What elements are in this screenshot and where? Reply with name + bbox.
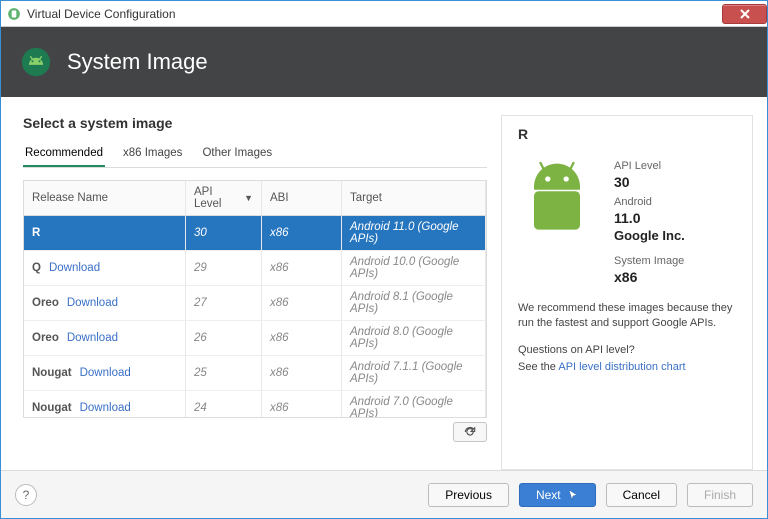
cell-target: Android 10.0 (Google APIs) xyxy=(342,251,486,285)
download-link[interactable]: Download xyxy=(80,402,131,414)
help-button[interactable]: ? xyxy=(15,484,37,506)
cell-api-level: 25 xyxy=(186,356,262,390)
col-abi[interactable]: ABI xyxy=(262,181,342,215)
image-detail-panel: R API Level 30 Android 11.0 Google Inc. … xyxy=(501,115,753,470)
cell-api-level: 24 xyxy=(186,391,262,417)
tab-x86-images[interactable]: x86 Images xyxy=(121,145,184,167)
cell-target: Android 8.0 (Google APIs) xyxy=(342,321,486,355)
cell-api-level: 29 xyxy=(186,251,262,285)
cell-release-name: OreoDownload xyxy=(24,286,186,320)
image-tabs: Recommended x86 Images Other Images xyxy=(23,145,487,168)
next-button[interactable]: Next xyxy=(519,483,596,507)
window-close-button[interactable] xyxy=(722,4,767,24)
cursor-icon xyxy=(567,489,579,501)
cell-abi: x86 xyxy=(262,216,342,250)
cell-api-level: 30 xyxy=(186,216,262,250)
tab-recommended[interactable]: Recommended xyxy=(23,145,105,167)
system-image-selector: Select a system image Recommended x86 Im… xyxy=(23,115,487,470)
cell-api-level: 26 xyxy=(186,321,262,355)
table-row[interactable]: NougatDownload24x86Android 7.0 (Google A… xyxy=(24,391,486,417)
cell-target: Android 8.1 (Google APIs) xyxy=(342,286,486,320)
cell-target: Android 7.1.1 (Google APIs) xyxy=(342,356,486,390)
system-image-table: Release Name API Level▼ ABI Target R30x8… xyxy=(23,180,487,418)
col-target[interactable]: Target xyxy=(342,181,486,215)
cell-release-name: NougatDownload xyxy=(24,356,186,390)
vendor-value: Google Inc. xyxy=(614,228,685,243)
table-row[interactable]: OreoDownload27x86Android 8.1 (Google API… xyxy=(24,286,486,321)
col-release-name[interactable]: Release Name xyxy=(24,181,186,215)
cell-release-name: NougatDownload xyxy=(24,391,186,417)
previous-button[interactable]: Previous xyxy=(428,483,509,507)
recommendation-text: We recommend these images because they r… xyxy=(518,301,738,331)
download-link[interactable]: Download xyxy=(80,367,131,379)
window-titlebar: Virtual Device Configuration xyxy=(1,1,767,27)
cell-target: Android 11.0 (Google APIs) xyxy=(342,216,486,250)
refresh-icon xyxy=(463,425,477,439)
app-icon xyxy=(7,7,21,21)
cell-api-level: 27 xyxy=(186,286,262,320)
download-link[interactable]: Download xyxy=(67,332,118,344)
close-icon xyxy=(740,9,750,19)
api-chart-line: See the API level distribution chart xyxy=(518,360,738,375)
api-distribution-link[interactable]: API level distribution chart xyxy=(558,361,685,373)
cell-abi: x86 xyxy=(262,356,342,390)
download-link[interactable]: Download xyxy=(67,297,118,309)
android-label: Android xyxy=(614,196,685,208)
android-robot-icon xyxy=(518,156,596,248)
cell-target: Android 7.0 (Google APIs) xyxy=(342,391,486,417)
android-badge-icon xyxy=(19,45,53,79)
tab-other-images[interactable]: Other Images xyxy=(200,145,274,167)
api-level-value: 30 xyxy=(614,174,685,190)
detail-title: R xyxy=(518,126,738,142)
refresh-button[interactable] xyxy=(453,422,487,442)
cell-abi: x86 xyxy=(262,321,342,355)
table-row[interactable]: NougatDownload25x86Android 7.1.1 (Google… xyxy=(24,356,486,391)
cell-abi: x86 xyxy=(262,391,342,417)
cancel-button[interactable]: Cancel xyxy=(606,483,677,507)
system-image-label: System Image xyxy=(614,255,685,267)
sort-desc-icon: ▼ xyxy=(244,193,253,203)
finish-button: Finish xyxy=(687,483,753,507)
table-row[interactable]: QDownload29x86Android 10.0 (Google APIs) xyxy=(24,251,486,286)
table-row[interactable]: R30x86Android 11.0 (Google APIs) xyxy=(24,216,486,251)
window-title: Virtual Device Configuration xyxy=(27,7,176,21)
table-row[interactable]: OreoDownload26x86Android 8.0 (Google API… xyxy=(24,321,486,356)
wizard-title: System Image xyxy=(67,49,208,75)
cell-release-name: OreoDownload xyxy=(24,321,186,355)
section-heading: Select a system image xyxy=(23,115,487,131)
api-level-label: API Level xyxy=(614,160,685,172)
cell-abi: x86 xyxy=(262,286,342,320)
cell-abi: x86 xyxy=(262,251,342,285)
download-link[interactable]: Download xyxy=(49,262,100,274)
col-api-level[interactable]: API Level▼ xyxy=(186,181,262,215)
cell-release-name: QDownload xyxy=(24,251,186,285)
wizard-footer: ? Previous Next Cancel Finish xyxy=(1,470,767,518)
cell-release-name: R xyxy=(24,216,186,250)
android-version-value: 11.0 xyxy=(614,210,685,226)
system-image-value: x86 xyxy=(614,269,685,285)
api-question-text: Questions on API level? xyxy=(518,343,738,358)
wizard-banner: System Image xyxy=(1,27,767,97)
